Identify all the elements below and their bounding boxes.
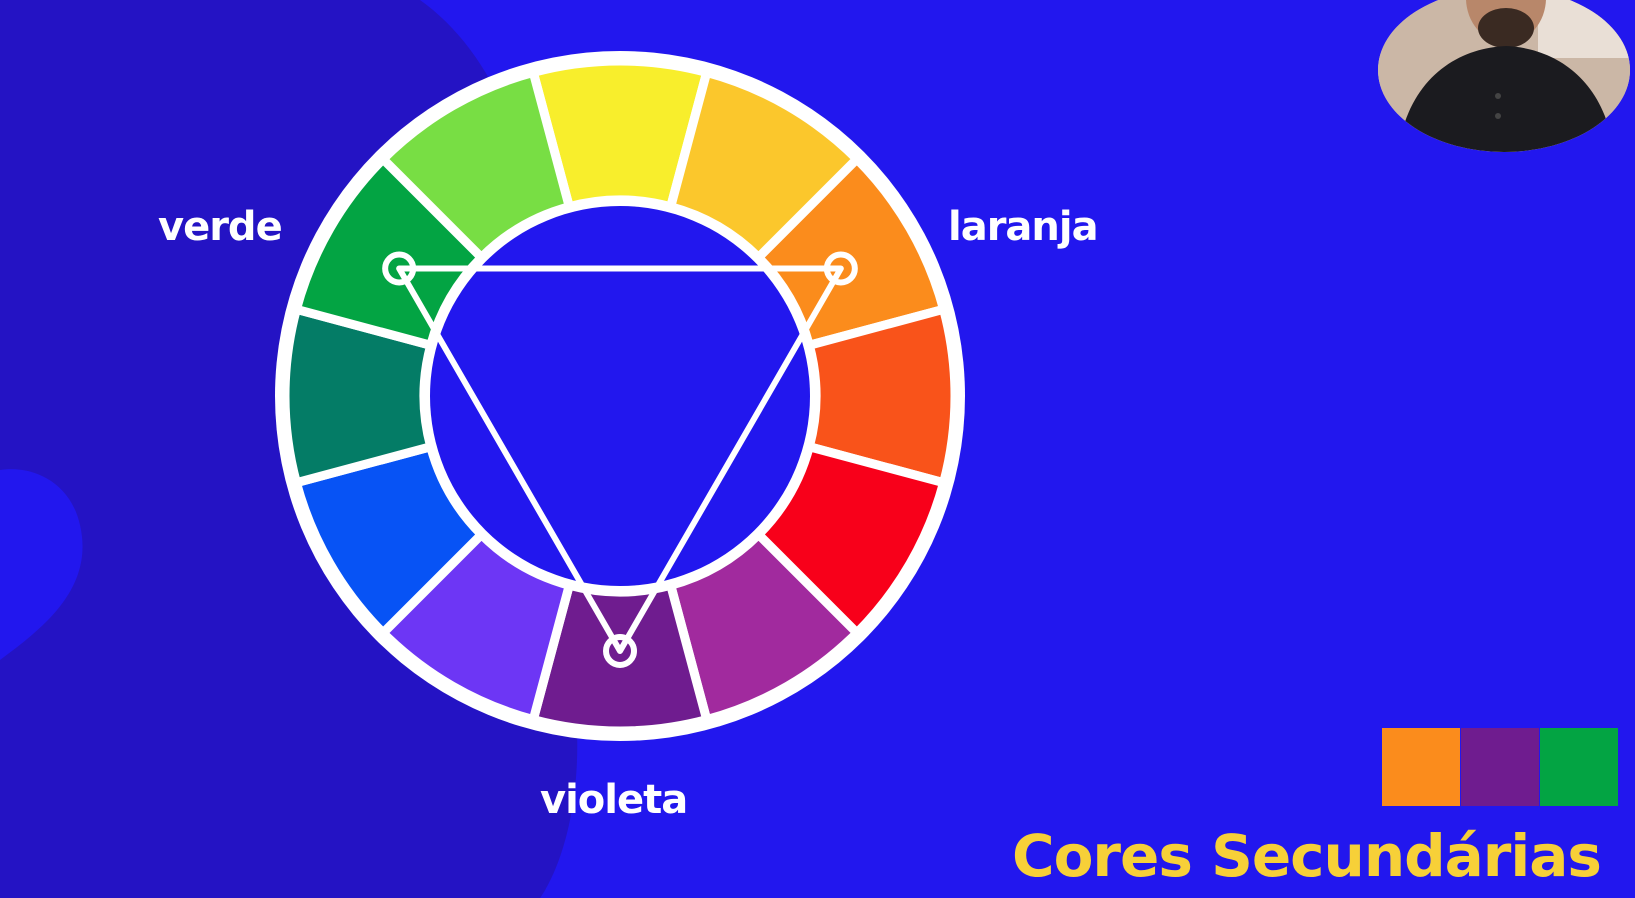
swatch-violet [1461,728,1539,806]
color-wheel-center [430,206,810,586]
label-laranja: laranja [948,204,1099,250]
label-verde: verde [158,204,283,250]
slide: verde laranja violeta Cores Secundárias [0,0,1635,898]
label-violeta: violeta [540,777,688,823]
slide-title: Cores Secundárias [1012,822,1602,890]
swatch-green [1540,728,1618,806]
swatch-orange [1382,728,1460,806]
